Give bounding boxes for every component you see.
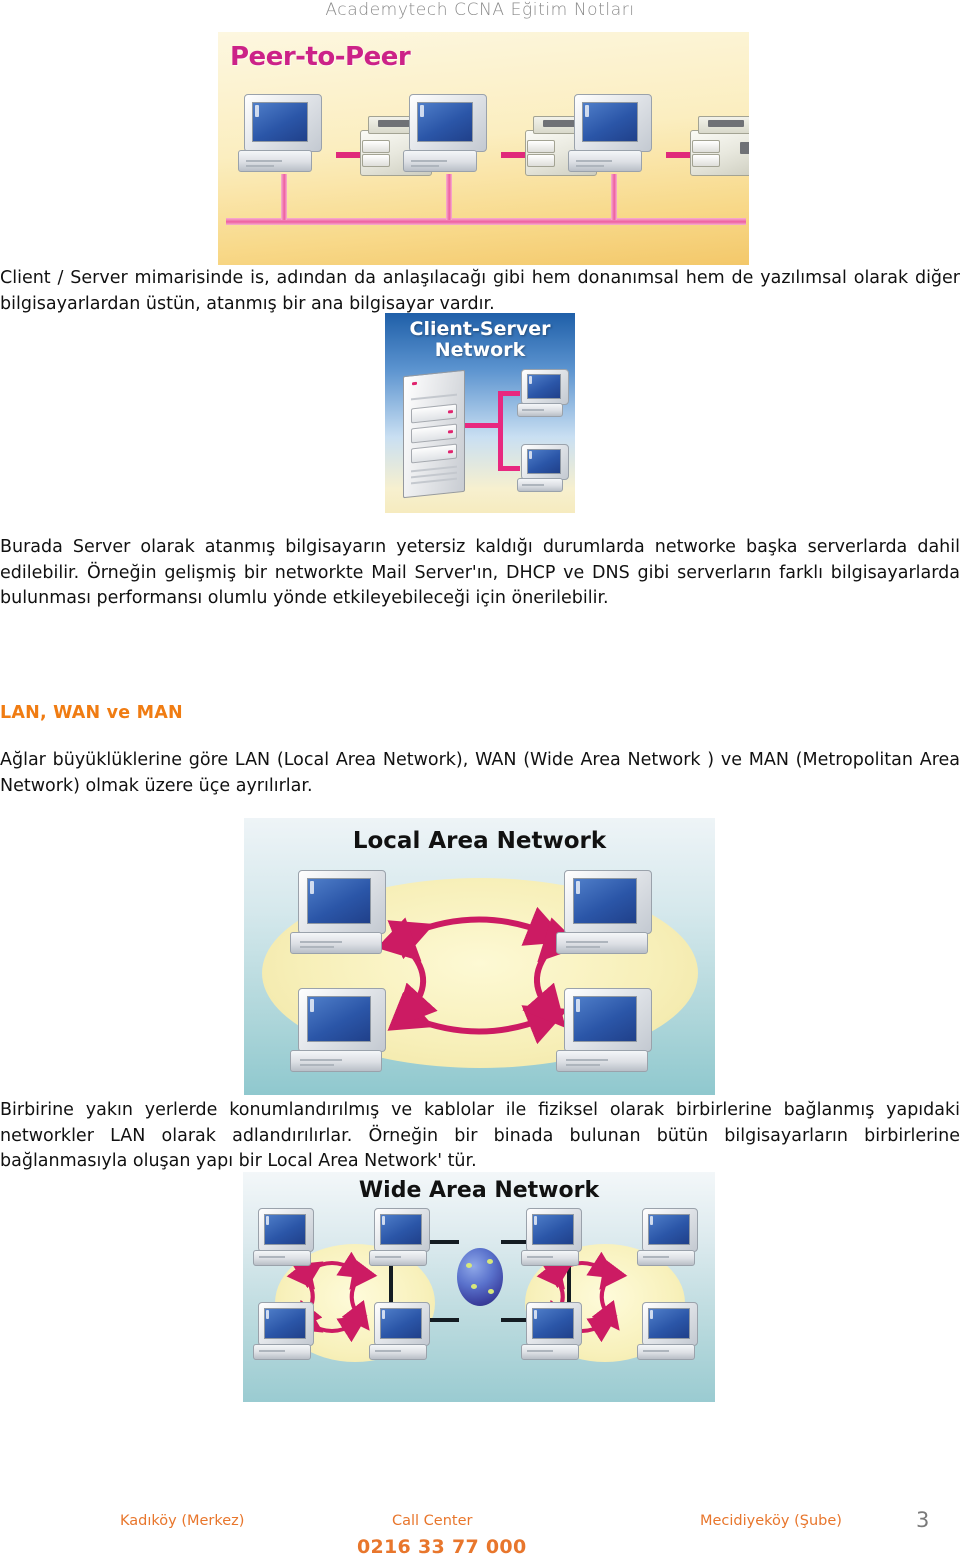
p2p-computer-2 xyxy=(403,94,499,176)
figure-wide-area-network: Wide Area Network xyxy=(243,1172,715,1402)
figure-client-server-network: Client-Server Network xyxy=(385,313,575,513)
paragraph-lan-definition: Birbirine yakın yerlerde konumlandırılmı… xyxy=(0,1100,960,1171)
wan-computer-l2 xyxy=(253,1302,323,1364)
footer-branch-kadikoy: Kadıköy (Merkez) xyxy=(120,1513,245,1529)
cs-server-tower xyxy=(403,369,465,499)
footer-call-center-label: Call Center xyxy=(392,1513,473,1529)
section-heading-lan-wan-man: LAN, WAN ve MAN xyxy=(0,703,183,723)
page-number: 3 xyxy=(916,1508,930,1532)
p2p-printer-link-2 xyxy=(501,152,527,158)
wan-computer-r4 xyxy=(637,1302,707,1364)
figure-peer-to-peer-title: Peer-to-Peer xyxy=(230,42,411,72)
page-header-title: Academytech CCNA Eğitim Notları xyxy=(325,0,635,20)
cs-client-computer-2 xyxy=(517,444,575,498)
lan-computer-bottom-left xyxy=(290,988,398,1076)
wan-computer-l1 xyxy=(253,1208,323,1270)
paragraph-client-server-intro: Client / Server mimarisinde is, adından … xyxy=(0,268,960,314)
footer-phone-number: 0216 33 77 000 xyxy=(357,1536,527,1558)
lan-computer-top-left xyxy=(290,870,398,958)
paragraph-network-sizes: Ağlar büyüklüklerine göre LAN (Local Are… xyxy=(0,750,960,796)
lan-computer-top-right xyxy=(556,870,664,958)
p2p-bus-line xyxy=(226,218,746,225)
wan-arrows xyxy=(286,1251,628,1343)
wan-computer-r2 xyxy=(521,1302,591,1364)
p2p-printer-link-3 xyxy=(666,152,692,158)
figure-local-area-network: Local Area Network xyxy=(244,818,715,1095)
wan-computer-r3 xyxy=(637,1208,707,1270)
footer-branch-mecidiyekoy: Mecidiyeköy (Şube) xyxy=(700,1513,842,1529)
figure-client-server-title: Client-Server Network xyxy=(385,319,575,361)
wan-computer-r1 xyxy=(521,1208,591,1270)
paragraph-server-roles: Burada Server olarak atanmış bilgisayarı… xyxy=(0,537,960,608)
p2p-printer-link-1 xyxy=(336,152,362,158)
figure-peer-to-peer: Peer-to-Peer xyxy=(218,32,749,265)
wan-computer-l4 xyxy=(369,1302,439,1364)
p2p-computer-3 xyxy=(568,94,664,176)
lan-computer-bottom-right xyxy=(556,988,664,1076)
cs-title-line-1: Client-Server xyxy=(409,318,551,340)
cs-title-line-2: Network xyxy=(434,339,526,361)
wan-computer-l3 xyxy=(369,1208,439,1270)
p2p-computer-1 xyxy=(238,94,334,176)
p2p-drop-line-1 xyxy=(281,174,287,220)
cs-client-computer-1 xyxy=(517,369,575,423)
p2p-printer-3 xyxy=(690,116,749,178)
cs-wire-vertical xyxy=(498,391,503,471)
p2p-drop-line-2 xyxy=(446,174,452,220)
p2p-drop-line-3 xyxy=(611,174,617,220)
